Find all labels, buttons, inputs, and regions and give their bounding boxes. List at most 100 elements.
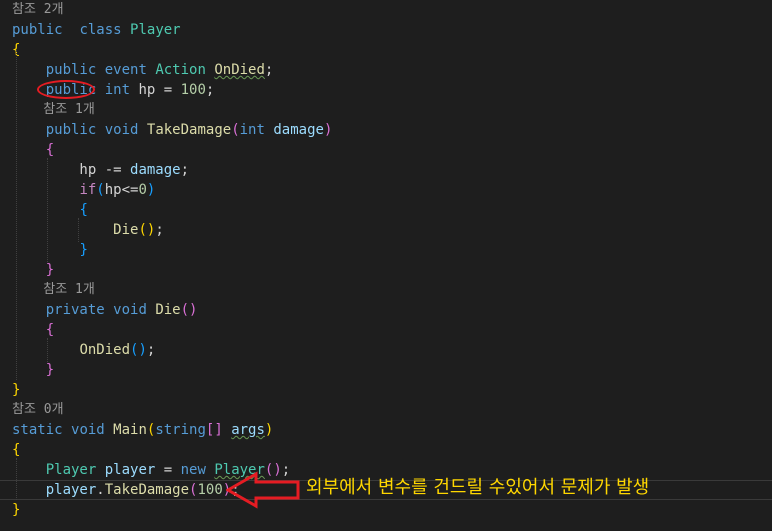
code-token: damage — [273, 122, 324, 138]
code-token: TakeDamage — [146, 122, 232, 138]
code-token: 0 — [138, 182, 147, 198]
code-token: . — [96, 482, 105, 498]
indent-guide — [16, 50, 17, 380]
code-token: ; — [146, 342, 156, 358]
code-token: hp -= — [12, 162, 131, 178]
code-editor[interactable]: 참조 2개 public class Player{ public event A… — [0, 0, 772, 531]
code-token: ) — [146, 182, 156, 198]
indent-guide — [47, 158, 48, 262]
code-token: Action — [155, 62, 206, 78]
code-token: event — [104, 62, 147, 78]
code-token: int — [239, 122, 265, 138]
code-token: new — [180, 462, 206, 478]
code-token: class — [79, 22, 122, 38]
codelens-references[interactable]: 참조 1개 — [12, 280, 95, 300]
codelens-references[interactable]: 참조 1개 — [12, 100, 95, 120]
code-token: ; — [264, 62, 274, 78]
code-token: () — [138, 222, 156, 238]
code-token: ( — [231, 122, 240, 138]
code-token: } — [45, 262, 55, 278]
code-token: 100 — [197, 482, 223, 498]
code-token: } — [79, 242, 88, 258]
code-token: () — [130, 342, 147, 358]
code-line: public class Player — [12, 20, 181, 40]
code-token: ( — [96, 182, 105, 198]
code-token: string — [155, 422, 206, 438]
code-token: Main — [113, 422, 147, 438]
code-line: { — [12, 440, 20, 460]
indent-guide — [47, 338, 48, 362]
code-token: public — [45, 62, 97, 78]
code-token: void — [71, 422, 105, 438]
code-token: Player — [45, 462, 97, 478]
code-token: hp<= — [104, 182, 139, 198]
code-token: player — [104, 462, 156, 478]
code-token: Player — [130, 22, 181, 38]
code-token: 100 — [180, 82, 206, 98]
codelens-references[interactable]: 참조 0개 — [12, 400, 64, 420]
code-line: private void Die() — [12, 300, 198, 320]
code-token: void — [104, 122, 139, 138]
code-line: } — [12, 500, 20, 520]
code-token: } — [12, 502, 21, 518]
code-token: hp = — [130, 82, 181, 98]
code-token: } — [45, 362, 55, 378]
left-arrow-icon — [226, 471, 300, 509]
code-token: public — [45, 122, 97, 138]
code-line: OnDied(); — [12, 340, 155, 360]
code-token: void — [113, 302, 147, 318]
code-line: Die(); — [12, 220, 164, 240]
code-line: { — [12, 200, 88, 220]
code-token: OnDied — [214, 62, 265, 78]
code-line: public void TakeDamage(int damage) — [12, 120, 333, 140]
code-token: [] — [205, 422, 223, 438]
code-token: Die — [155, 302, 181, 318]
code-token: OnDied — [79, 342, 131, 358]
code-token: public — [12, 22, 63, 38]
highlight-circle — [37, 80, 95, 99]
code-token: int — [104, 82, 131, 98]
code-token: = — [155, 462, 181, 478]
code-token: { — [45, 322, 55, 338]
code-token: ; — [205, 82, 215, 98]
code-token: static — [12, 422, 63, 438]
indent-guide — [78, 218, 79, 242]
code-line: } — [12, 260, 54, 280]
code-token: { — [79, 202, 88, 218]
code-token: } — [12, 382, 21, 398]
code-token: { — [45, 142, 55, 158]
code-line: public event Action OnDied; — [12, 60, 274, 80]
code-token: Die — [113, 222, 139, 238]
code-line: } — [12, 240, 88, 260]
codelens-references[interactable]: 참조 2개 — [12, 0, 64, 20]
code-token: if — [79, 182, 97, 198]
code-line: if(hp<=0) — [12, 180, 155, 200]
annotation-text: 외부에서 변수를 건드릴 수있어서 문제가 발생 — [306, 477, 650, 498]
code-token: player — [45, 482, 97, 498]
code-line: } — [12, 360, 54, 380]
code-token: ; — [155, 222, 164, 238]
code-token: ; — [180, 162, 190, 178]
code-token: { — [12, 442, 21, 458]
code-line: hp -= damage; — [12, 160, 189, 180]
code-token: args — [231, 422, 265, 438]
